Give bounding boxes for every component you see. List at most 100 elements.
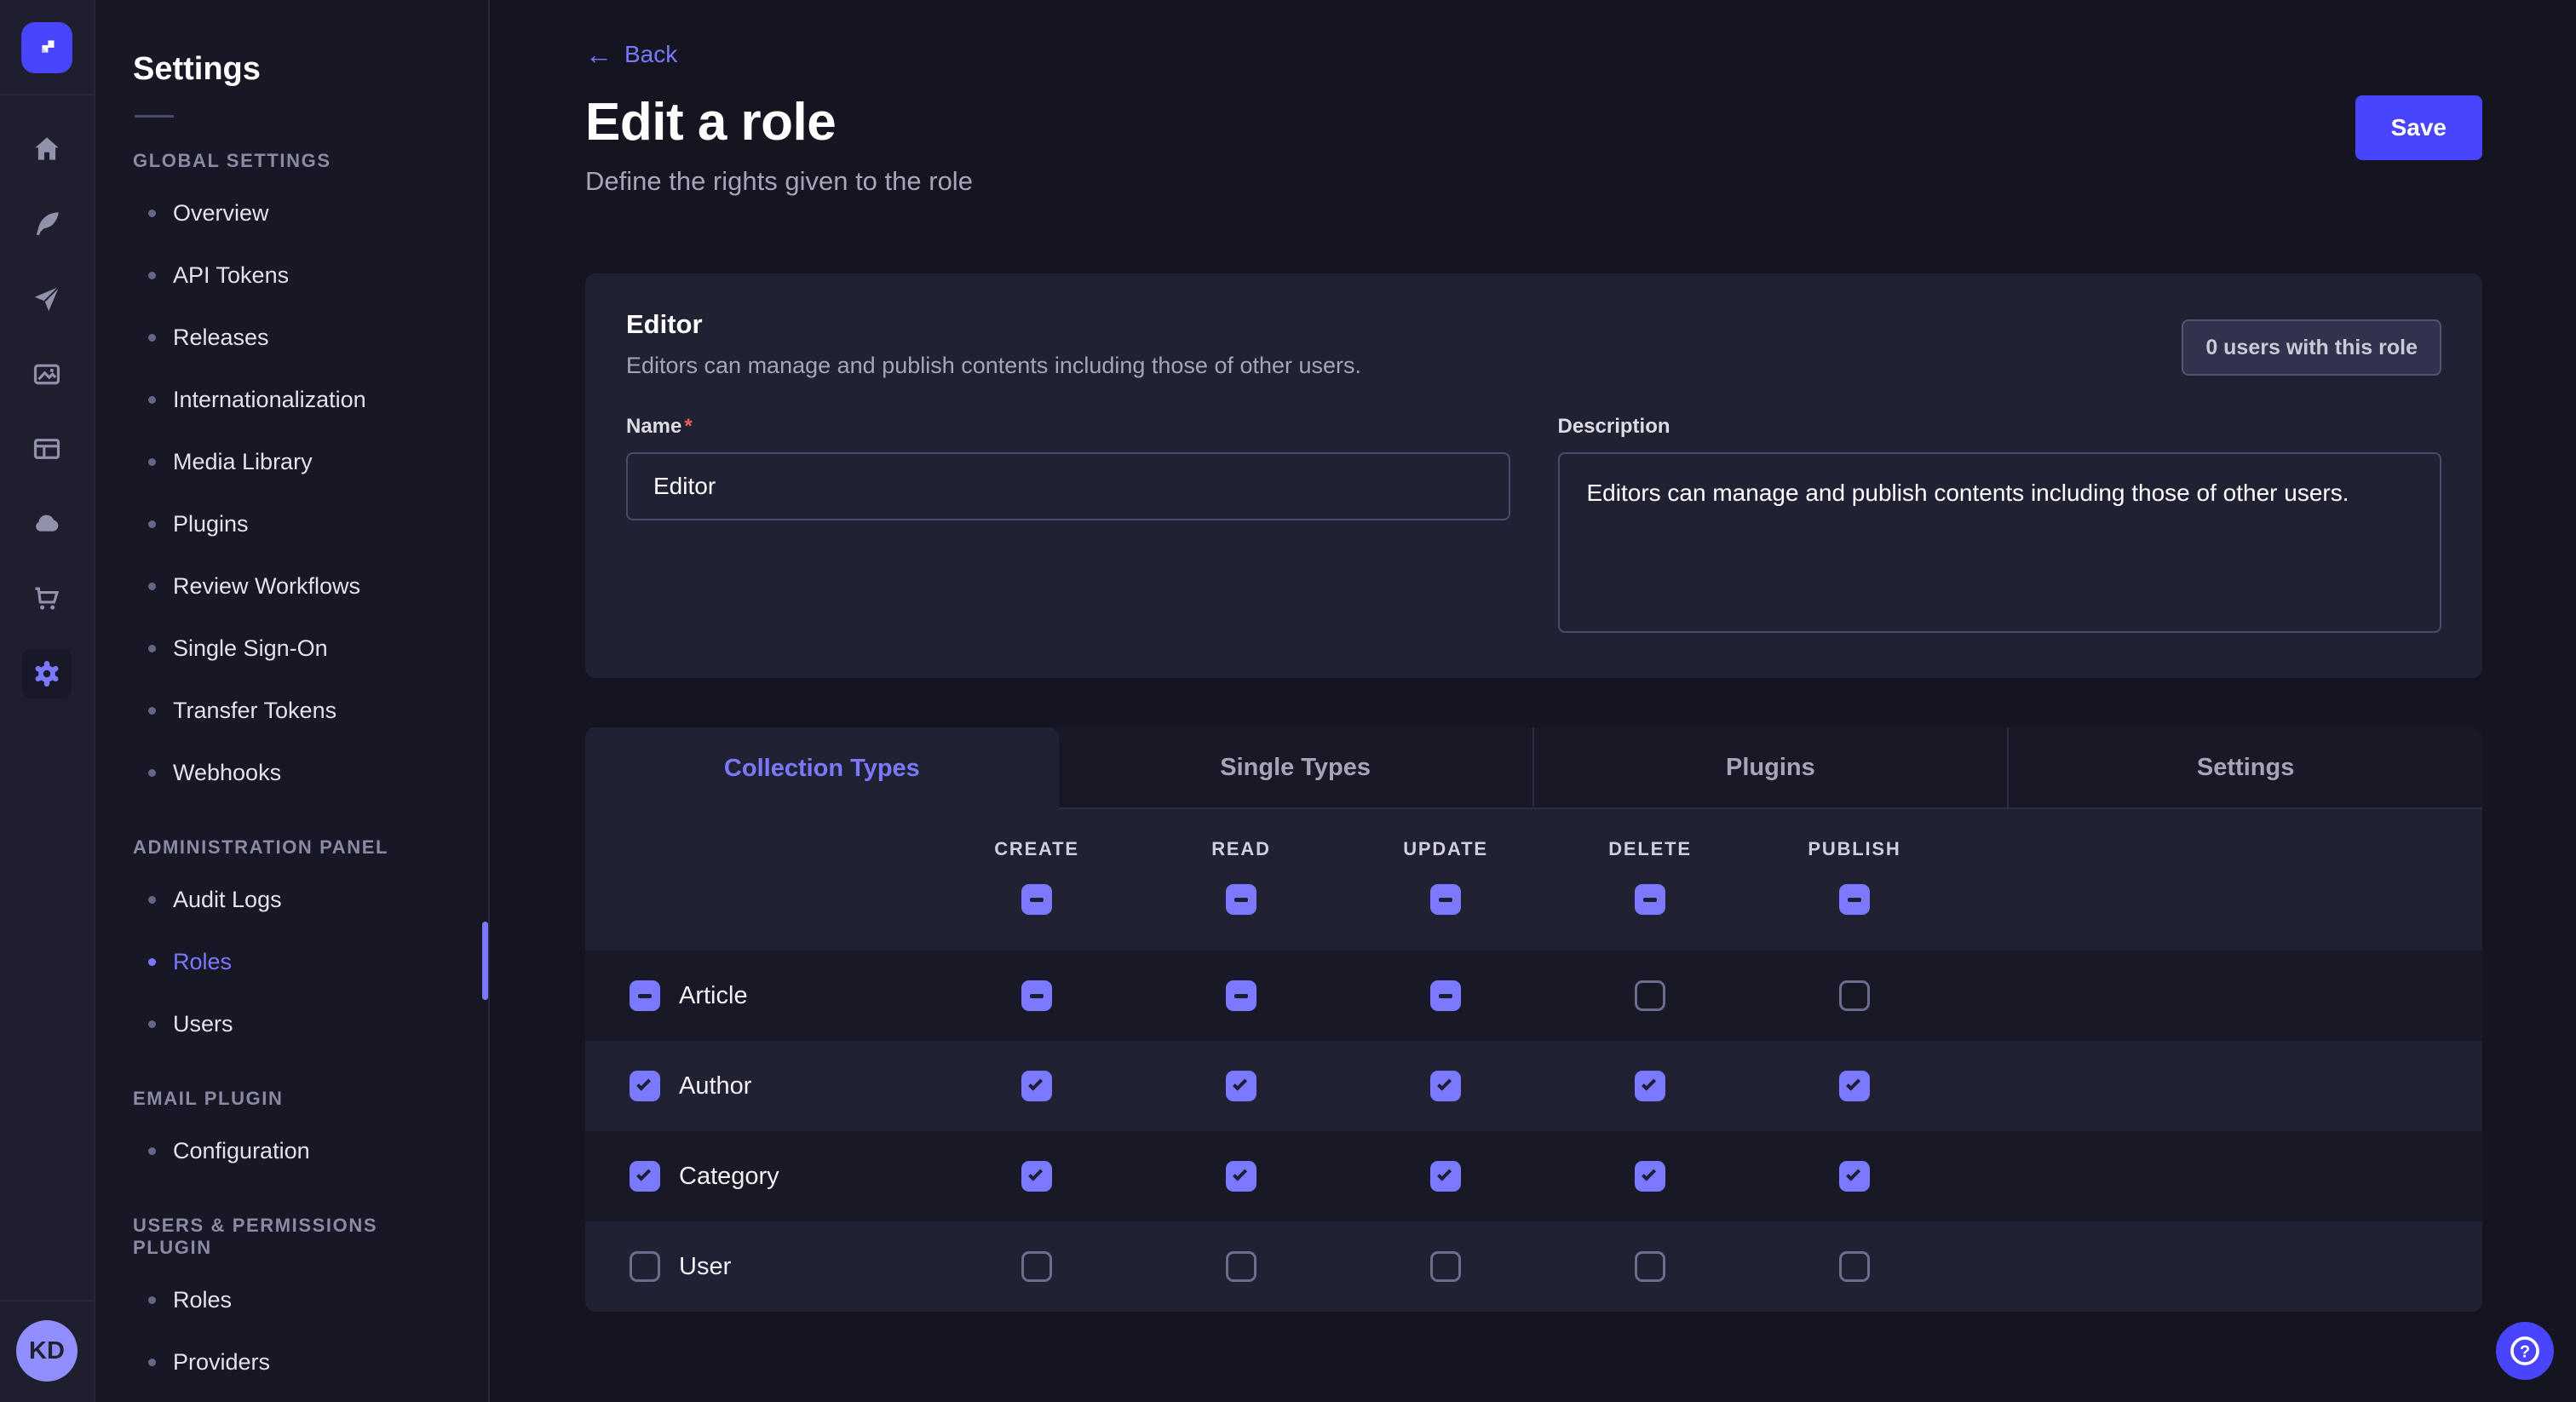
column-create: CREATE: [934, 838, 1139, 915]
bullet-icon: [148, 334, 156, 342]
bullet-icon: [148, 707, 156, 715]
bullet-icon: [148, 896, 156, 904]
sidebar-item-audit-logs[interactable]: Audit Logs: [133, 869, 463, 931]
table-row-article: Article: [585, 951, 2482, 1041]
category-update-checkbox[interactable]: [1430, 1161, 1461, 1192]
save-button[interactable]: Save: [2355, 95, 2482, 160]
sidebar-item-providers[interactable]: Providers: [133, 1331, 463, 1393]
permission-cell: [934, 1251, 1139, 1282]
table-row-author: Author: [585, 1041, 2482, 1131]
sidebar-item-media-library[interactable]: Media Library: [133, 431, 463, 493]
author-create-checkbox[interactable]: [1021, 1071, 1052, 1101]
check-icon: [1642, 1077, 1656, 1091]
select-row-article-checkbox[interactable]: [630, 980, 660, 1011]
permission-cell: [1752, 1251, 1957, 1282]
sidebar-item-label: Internationalization: [173, 387, 366, 413]
send-icon[interactable]: [22, 274, 72, 324]
row-label-cell: Category: [585, 1161, 934, 1192]
check-icon: [1846, 1077, 1860, 1091]
sidebar-item-releases[interactable]: Releases: [133, 307, 463, 369]
article-create-checkbox[interactable]: [1021, 980, 1052, 1011]
sidebar-item-plugins[interactable]: Plugins: [133, 493, 463, 555]
tab-collection-types[interactable]: Collection Types: [585, 727, 1059, 809]
sidebar-item-roles[interactable]: Roles: [133, 931, 463, 993]
tab-single-types[interactable]: Single Types: [1059, 727, 1532, 809]
tab-plugins[interactable]: Plugins: [1532, 727, 2008, 809]
sidebar-item-transfer-tokens[interactable]: Transfer Tokens: [133, 680, 463, 742]
sidebar-item-api-tokens[interactable]: API Tokens: [133, 244, 463, 307]
help-button[interactable]: ?: [2496, 1322, 2554, 1380]
sidebar-item-label: Configuration: [173, 1138, 310, 1164]
check-icon: [636, 1167, 651, 1181]
sidebar-item-internationalization[interactable]: Internationalization: [133, 369, 463, 431]
indeterminate-dash-icon: [1030, 898, 1044, 902]
sidebar-item-users[interactable]: Users: [133, 993, 463, 1055]
author-publish-checkbox[interactable]: [1839, 1071, 1870, 1101]
check-icon: [1437, 1167, 1452, 1181]
category-publish-checkbox[interactable]: [1839, 1161, 1870, 1192]
permissions-table-rows: ArticleAuthorCategoryUser: [585, 951, 2482, 1312]
sidebar-item-roles[interactable]: Roles: [133, 1269, 463, 1331]
article-publish-checkbox[interactable]: [1839, 980, 1870, 1011]
page-title: Edit a role: [585, 92, 973, 152]
select-all-create-checkbox[interactable]: [1021, 884, 1052, 915]
sidebar-item-webhooks[interactable]: Webhooks: [133, 742, 463, 804]
app-icon-nav: [22, 95, 72, 1300]
sidebar-item-overview[interactable]: Overview: [133, 182, 463, 244]
question-mark-icon: ?: [2506, 1332, 2544, 1370]
back-link[interactable]: ← Back: [585, 41, 677, 68]
name-input[interactable]: [626, 452, 1510, 520]
avatar[interactable]: KD: [16, 1320, 78, 1382]
gear-icon[interactable]: [22, 649, 72, 698]
sidebar-item-single-sign-on[interactable]: Single Sign-On: [133, 618, 463, 680]
back-label: Back: [624, 41, 677, 68]
users-count-button[interactable]: 0 users with this role: [2182, 319, 2441, 376]
author-delete-checkbox[interactable]: [1635, 1071, 1665, 1101]
feather-icon[interactable]: [22, 199, 72, 249]
description-input[interactable]: Editors can manage and publish contents …: [1558, 452, 2442, 633]
tab-settings[interactable]: Settings: [2007, 727, 2482, 809]
check-icon: [1233, 1077, 1247, 1091]
user-publish-checkbox[interactable]: [1839, 1251, 1870, 1282]
user-update-checkbox[interactable]: [1430, 1251, 1461, 1282]
category-read-checkbox[interactable]: [1226, 1161, 1256, 1192]
category-delete-checkbox[interactable]: [1635, 1161, 1665, 1192]
select-all-publish-checkbox[interactable]: [1839, 884, 1870, 915]
article-read-checkbox[interactable]: [1226, 980, 1256, 1011]
column-header-label: CREATE: [994, 838, 1079, 860]
check-icon: [1028, 1077, 1043, 1091]
nav-section-label: GLOBAL SETTINGS: [133, 150, 463, 172]
cloud-icon[interactable]: [22, 499, 72, 549]
sidebar-item-configuration[interactable]: Configuration: [133, 1120, 463, 1182]
permission-cell: [934, 980, 1139, 1011]
user-create-checkbox[interactable]: [1021, 1251, 1052, 1282]
bullet-icon: [148, 272, 156, 279]
article-update-checkbox[interactable]: [1430, 980, 1461, 1011]
bullet-icon: [148, 1147, 156, 1155]
bullet-icon: [148, 396, 156, 404]
permission-cell: [934, 1161, 1139, 1192]
select-row-author-checkbox[interactable]: [630, 1071, 660, 1101]
author-read-checkbox[interactable]: [1226, 1071, 1256, 1101]
user-delete-checkbox[interactable]: [1635, 1251, 1665, 1282]
home-icon[interactable]: [22, 124, 72, 174]
images-icon[interactable]: [22, 349, 72, 399]
sidebar-item-label: Roles: [173, 949, 232, 975]
bullet-icon: [148, 645, 156, 652]
author-update-checkbox[interactable]: [1430, 1071, 1461, 1101]
sidebar-item-review-workflows[interactable]: Review Workflows: [133, 555, 463, 618]
select-all-update-checkbox[interactable]: [1430, 884, 1461, 915]
sidebar-item-label: Transfer Tokens: [173, 698, 336, 724]
select-all-delete-checkbox[interactable]: [1635, 884, 1665, 915]
select-row-user-checkbox[interactable]: [630, 1251, 660, 1282]
article-delete-checkbox[interactable]: [1635, 980, 1665, 1011]
cart-icon[interactable]: [22, 574, 72, 623]
category-create-checkbox[interactable]: [1021, 1161, 1052, 1192]
select-row-category-checkbox[interactable]: [630, 1161, 660, 1192]
select-all-read-checkbox[interactable]: [1226, 884, 1256, 915]
user-read-checkbox[interactable]: [1226, 1251, 1256, 1282]
row-label-cell: Article: [585, 980, 934, 1011]
layout-icon[interactable]: [22, 424, 72, 474]
workspace-logo[interactable]: [21, 22, 72, 73]
name-label: Name*: [626, 415, 1510, 439]
